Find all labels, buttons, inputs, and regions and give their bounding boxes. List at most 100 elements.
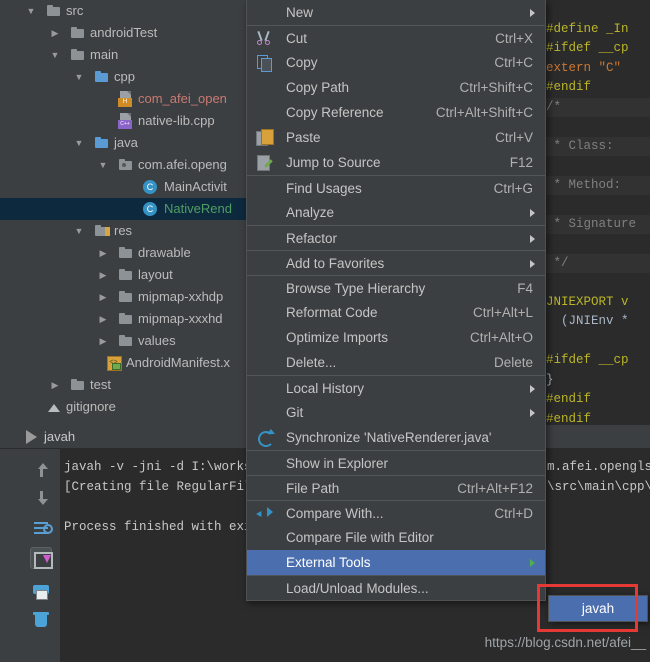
tree-item-native-lib[interactable]: C++ native-lib.cpp — [0, 110, 250, 132]
menu-item-find-usages[interactable]: Find Usages Ctrl+G — [247, 175, 545, 200]
h-file-icon: H — [118, 91, 134, 107]
menu-item-cut[interactable]: Cut Ctrl+X — [247, 25, 545, 50]
code-line: extern "C" — [546, 60, 629, 75]
chevron-right-icon[interactable]: ▶ — [96, 264, 110, 286]
menu-item-label: Load/Unload Modules... — [286, 581, 429, 596]
code-line: (JNIEnv * — [546, 314, 629, 328]
menu-item-analyze[interactable]: Analyze — [247, 200, 545, 225]
chevron-right-icon[interactable]: ▶ — [96, 308, 110, 330]
tree-item-main[interactable]: ▼ main — [0, 44, 250, 66]
chevron-down-icon[interactable]: ▼ — [72, 220, 86, 242]
clear-all-icon[interactable] — [30, 609, 52, 631]
scroll-up-icon[interactable] — [30, 459, 52, 481]
menu-item-external-tools[interactable]: External Tools — [247, 550, 545, 575]
external-tools-submenu[interactable]: javah — [548, 595, 648, 622]
tree-item-label: layout — [138, 267, 173, 282]
print-icon[interactable] — [30, 579, 52, 601]
menu-item-load-unload-modules[interactable]: Load/Unload Modules... — [247, 575, 545, 600]
menu-item-delete[interactable]: Delete... Delete — [247, 350, 545, 375]
compare-icon — [256, 505, 273, 522]
tree-item-label: com_afei_open — [138, 91, 227, 106]
menu-item-synchronize[interactable]: Synchronize 'NativeRenderer.java' — [247, 425, 545, 450]
tree-item-gitignore[interactable]: gitignore — [0, 396, 250, 418]
chevron-right-icon[interactable]: ▶ — [96, 286, 110, 308]
tree-item-res[interactable]: ▼ res — [0, 220, 250, 242]
tree-item-androidmanifest[interactable]: AndroidManifest.x — [0, 352, 250, 374]
menu-item-show-in-explorer[interactable]: Show in Explorer — [247, 450, 545, 475]
context-menu[interactable]: New Cut Ctrl+X Copy Ctrl+C Copy Path Ctr… — [246, 0, 546, 601]
folder-icon — [94, 69, 110, 85]
tree-item-mipmap-xxhdpi[interactable]: ▶ mipmap-xxhdp — [0, 286, 250, 308]
tree-item-androidtest[interactable]: ▶ androidTest — [0, 22, 250, 44]
tree-item-layout[interactable]: ▶ layout — [0, 264, 250, 286]
menu-item-file-path[interactable]: File Path Ctrl+Alt+F12 — [247, 475, 545, 500]
menu-item-label: Optimize Imports — [286, 330, 389, 345]
tree-item-nativerenderer[interactable]: NativeRend — [0, 198, 250, 220]
chevron-right-icon[interactable]: ▶ — [96, 330, 110, 352]
menu-item-accel: Ctrl+C — [494, 55, 533, 70]
tree-item-drawable[interactable]: ▶ drawable — [0, 242, 250, 264]
menu-item-copy-reference[interactable]: Copy Reference Ctrl+Alt+Shift+C — [247, 100, 545, 125]
soft-wrap-icon[interactable] — [30, 517, 53, 539]
submenu-arrow-icon — [530, 235, 535, 243]
tree-item-label: AndroidManifest.x — [126, 355, 231, 370]
tree-item-mipmap-xxxhdpi[interactable]: ▶ mipmap-xxxhd — [0, 308, 250, 330]
manifest-file-icon — [106, 355, 122, 371]
code-line: #endif — [546, 392, 592, 406]
menu-item-local-history[interactable]: Local History — [247, 375, 545, 400]
folder-icon — [70, 377, 86, 393]
menu-item-reformat-code[interactable]: Reformat Code Ctrl+Alt+L — [247, 300, 545, 325]
menu-item-label: Git — [286, 405, 304, 420]
menu-item-new[interactable]: New — [247, 0, 545, 25]
menu-item-label: Add to Favorites — [286, 256, 385, 271]
menu-item-accel: Ctrl+Alt+Shift+C — [435, 105, 533, 120]
code-line: #ifdef __cp — [546, 41, 629, 55]
menu-item-copy-path[interactable]: Copy Path Ctrl+Shift+C — [247, 75, 545, 100]
menu-item-compare-with[interactable]: Compare With... Ctrl+D — [247, 500, 545, 525]
menu-item-add-to-favorites[interactable]: Add to Favorites — [247, 250, 545, 275]
menu-item-optimize-imports[interactable]: Optimize Imports Ctrl+Alt+O — [247, 325, 545, 350]
menu-item-jump-to-source[interactable]: Jump to Source F12 — [247, 150, 545, 175]
menu-item-accel: F12 — [509, 155, 533, 170]
chevron-down-icon[interactable]: ▼ — [48, 44, 62, 66]
tree-item-package[interactable]: ▼ com.afei.openg — [0, 154, 250, 176]
code-line: /* — [546, 97, 650, 117]
folder-icon — [118, 245, 134, 261]
console-line: m.afei.openglsam — [547, 460, 650, 474]
chevron-down-icon[interactable]: ▼ — [24, 0, 38, 22]
menu-item-refactor[interactable]: Refactor — [247, 225, 545, 250]
tree-item-label: mipmap-xxhdp — [138, 289, 224, 304]
submenu-item-javah[interactable]: javah — [549, 596, 647, 621]
code-line: } — [546, 372, 554, 387]
tree-item-java[interactable]: ▼ java — [0, 132, 250, 154]
chevron-down-icon[interactable]: ▼ — [72, 132, 86, 154]
scroll-to-end-icon[interactable] — [30, 547, 53, 569]
chevron-right-icon[interactable]: ▶ — [48, 22, 62, 44]
tree-item-values[interactable]: ▶ values — [0, 330, 250, 352]
tree-item-mainactivity[interactable]: MainActivit — [0, 176, 250, 198]
run-tab-label[interactable]: javah — [44, 425, 75, 449]
tree-item-header-file[interactable]: H com_afei_open — [0, 88, 250, 110]
project-tree[interactable]: ▼ src ▶ androidTest ▼ main ▼ cpp H com_a… — [0, 0, 250, 425]
copy-icon — [256, 54, 273, 72]
menu-item-compare-file-with-editor[interactable]: Compare File with Editor — [247, 525, 545, 550]
chevron-right-icon[interactable]: ▶ — [96, 242, 110, 264]
tree-item-test[interactable]: ▶ test — [0, 374, 250, 396]
chevron-right-icon[interactable]: ▶ — [48, 374, 62, 396]
editor-code-area[interactable]: #define _In #ifdef __cp extern "C" #endi… — [546, 0, 650, 425]
menu-item-git[interactable]: Git — [247, 400, 545, 425]
scroll-down-icon[interactable] — [30, 487, 52, 509]
code-line: * Method: — [546, 175, 650, 195]
tree-item-label: src — [66, 3, 84, 18]
tree-item-src[interactable]: ▼ src — [0, 0, 250, 22]
tree-item-label: drawable — [138, 245, 191, 260]
menu-item-paste[interactable]: Paste Ctrl+V — [247, 125, 545, 150]
chevron-down-icon[interactable]: ▼ — [96, 154, 110, 176]
menu-item-copy[interactable]: Copy Ctrl+C — [247, 50, 545, 75]
cpp-file-icon: C++ — [118, 113, 134, 129]
console-toolbar[interactable] — [22, 449, 60, 662]
menu-item-browse-type-hierarchy[interactable]: Browse Type Hierarchy F4 — [247, 275, 545, 300]
sync-icon — [256, 429, 275, 447]
chevron-down-icon[interactable]: ▼ — [72, 66, 86, 88]
tree-item-cpp[interactable]: ▼ cpp — [0, 66, 250, 88]
